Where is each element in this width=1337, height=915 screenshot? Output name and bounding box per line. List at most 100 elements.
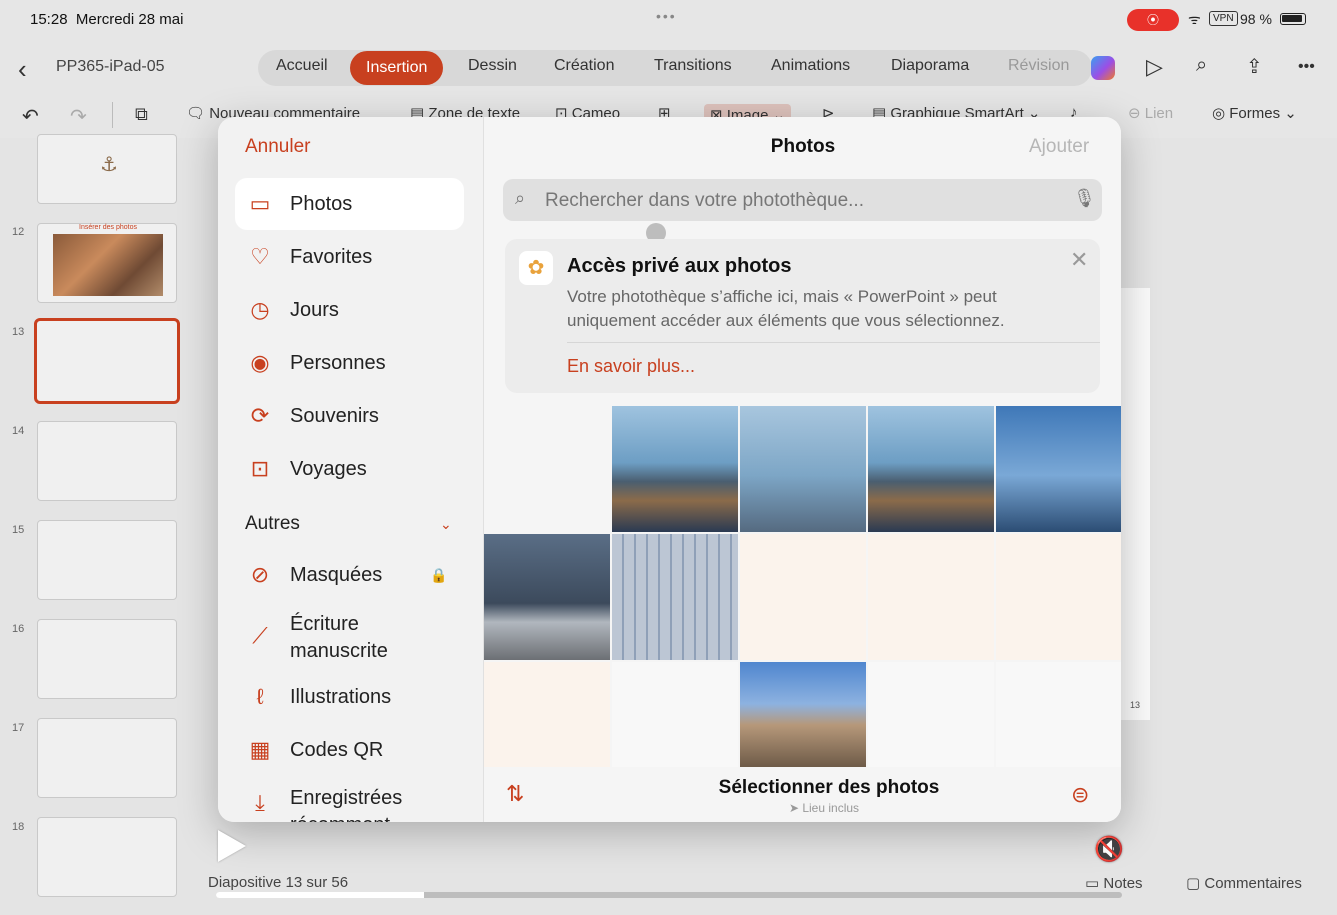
new-slide-icon[interactable]: ⧉	[135, 104, 148, 125]
ribbon-tabs: ‹ PP365-iPad-05 Accueil Insertion Dessin…	[0, 40, 1337, 94]
tab-insertion[interactable]: Insertion	[350, 51, 444, 85]
tab-revision[interactable]: Révision	[1008, 57, 1069, 75]
sidebar-item-photos[interactable]: ▭ Photos	[235, 178, 464, 230]
slide-number: 13	[12, 326, 25, 338]
autres-section-header[interactable]: Autres	[245, 513, 300, 535]
toolbar-divider	[112, 102, 113, 128]
sidebar-item-jours[interactable]: ◷ Jours	[235, 284, 464, 336]
picker-title: Photos	[770, 136, 836, 157]
search-placeholder: Rechercher dans votre photothèque...	[545, 190, 864, 211]
sidebar-item-ecriture-manuscrite[interactable]: ⟋ Écriture manuscrite	[235, 610, 464, 662]
sidebar-item-illustrations[interactable]: ℓ Illustrations	[235, 671, 464, 723]
slide-thumbnail[interactable]: ⚓	[37, 134, 177, 204]
back-chevron-icon[interactable]: ‹	[18, 54, 27, 85]
photo-thumbnail[interactable]	[740, 662, 866, 767]
tab-animations[interactable]: Animations	[771, 57, 850, 75]
record-icon[interactable]: ⦿	[1127, 9, 1179, 31]
qr-code-icon: ▦	[249, 737, 271, 762]
present-play-icon[interactable]: ▷	[1146, 54, 1163, 80]
video-progress-bar[interactable]	[216, 892, 1122, 898]
photo-thumbnail[interactable]	[868, 406, 994, 532]
chevron-down-icon[interactable]: ⌄	[440, 516, 452, 533]
comment-icon: 🗨	[186, 105, 206, 122]
sidebar-item-label: Codes QR	[290, 739, 384, 761]
learn-more-link[interactable]: En savoir plus...	[567, 356, 695, 377]
photo-thumbnail[interactable]	[484, 534, 610, 660]
tab-dessin[interactable]: Dessin	[468, 57, 517, 75]
shapes-button[interactable]: ◎ Formes ⌄	[1212, 104, 1297, 122]
slide-thumbnail-current[interactable]	[34, 318, 180, 404]
photo-thumbnail[interactable]	[868, 662, 994, 767]
search-icon: ⌕	[515, 188, 526, 208]
tab-transitions[interactable]: Transitions	[654, 57, 732, 75]
photo-thumbnail[interactable]	[996, 534, 1121, 660]
sidebar-item-enregistrees[interactable]: ⤓ Enregistrées récemment	[235, 777, 464, 822]
battery-icon	[1280, 13, 1306, 25]
sidebar-item-label: Personnes	[290, 352, 386, 374]
photo-thumbnail[interactable]	[484, 662, 610, 767]
more-icon[interactable]: •••	[1298, 58, 1315, 76]
search-icon[interactable]: ⌕	[1196, 54, 1207, 77]
status-bar: 15:28 Mercredi 28 mai ••• ⦿ ᯤ VPN 98 %	[0, 0, 1337, 40]
photo-thumbnail[interactable]	[740, 534, 866, 660]
slide-thumbnail[interactable]	[37, 520, 177, 600]
sidebar-item-label: Favorites	[290, 246, 373, 268]
photo-grid	[484, 406, 1121, 767]
slide-number: 12	[12, 226, 25, 238]
options-toggle-icon[interactable]: ⊜	[1071, 782, 1089, 808]
slide-thumbnail[interactable]	[37, 619, 177, 699]
slide-number: 18	[12, 821, 25, 833]
copilot-icon[interactable]	[1091, 56, 1115, 80]
notes-button[interactable]: ▭ Notes	[1085, 874, 1143, 892]
tab-accueil[interactable]: Accueil	[276, 57, 328, 75]
link-button[interactable]: ⊖ Lien	[1128, 104, 1173, 122]
sidebar-item-label: Enregistrées récemment	[290, 787, 403, 822]
add-button[interactable]: Ajouter	[1029, 136, 1089, 158]
close-icon[interactable]: ✕	[1070, 247, 1088, 273]
slide-thumb-caption: Insérer des photos	[79, 224, 137, 231]
document-name[interactable]: PP365-iPad-05	[56, 58, 165, 76]
photo-cell-empty[interactable]	[484, 406, 610, 532]
photo-thumbnail[interactable]	[612, 662, 738, 767]
slide-page-number: 13	[1130, 700, 1141, 710]
undo-icon[interactable]: ↶	[22, 104, 39, 129]
sidebar-item-label: Voyages	[290, 458, 367, 480]
sidebar-item-codes-qr[interactable]: ▦ Codes QR	[235, 724, 464, 776]
photo-thumbnail[interactable]	[996, 406, 1121, 532]
redo-icon[interactable]: ↷	[70, 104, 87, 129]
sidebar-item-personnes[interactable]: ◉ Personnes	[235, 337, 464, 389]
multitask-dots[interactable]: •••	[656, 8, 677, 24]
photo-thumbnail[interactable]	[612, 406, 738, 532]
slide-counter: Diapositive 13 sur 56	[208, 874, 349, 891]
photo-thumbnail[interactable]	[612, 534, 738, 660]
banner-title: Accès privé aux photos	[567, 255, 792, 277]
cancel-button[interactable]: Annuler	[245, 136, 311, 158]
photo-thumbnail[interactable]	[740, 406, 866, 532]
comments-button[interactable]: ▢ Commentaires	[1186, 874, 1302, 892]
slide-thumbnail[interactable]	[37, 421, 177, 501]
location-included-label: ➤ Lieu inclus	[788, 801, 860, 815]
sidebar-item-favorites[interactable]: ♡ Favorites	[235, 231, 464, 283]
person-circle-icon: ◉	[250, 350, 270, 375]
mute-icon[interactable]: 🔇	[1094, 835, 1124, 864]
photo-thumbnail[interactable]	[996, 662, 1121, 767]
memories-icon: ⟳	[250, 403, 270, 428]
battery-percent: 98 %	[1240, 11, 1272, 27]
play-icon[interactable]	[218, 830, 246, 862]
slide-canvas[interactable]: 13	[1120, 288, 1150, 720]
photo-thumbnail[interactable]	[868, 534, 994, 660]
anchor-icon: ⚓	[100, 154, 118, 176]
slide-thumbnail[interactable]	[37, 817, 177, 897]
tab-creation[interactable]: Création	[554, 57, 614, 75]
eye-slash-icon: ⊘	[250, 562, 270, 587]
slide-thumbnail[interactable]	[37, 718, 177, 798]
vpn-badge: VPN	[1209, 11, 1238, 26]
search-field[interactable]: ⌕ Rechercher dans votre photothèque... 🎙	[503, 179, 1102, 221]
slide-number: 15	[12, 524, 25, 536]
slide-thumbnail[interactable]: Insérer des photos	[37, 223, 177, 303]
sidebar-item-souvenirs[interactable]: ⟳ Souvenirs	[235, 390, 464, 442]
share-icon[interactable]: ⇪	[1246, 54, 1263, 79]
sidebar-item-voyages[interactable]: ⊡ Voyages	[235, 443, 464, 495]
microphone-icon[interactable]: 🎙	[1073, 188, 1096, 209]
tab-diaporama[interactable]: Diaporama	[891, 57, 969, 75]
